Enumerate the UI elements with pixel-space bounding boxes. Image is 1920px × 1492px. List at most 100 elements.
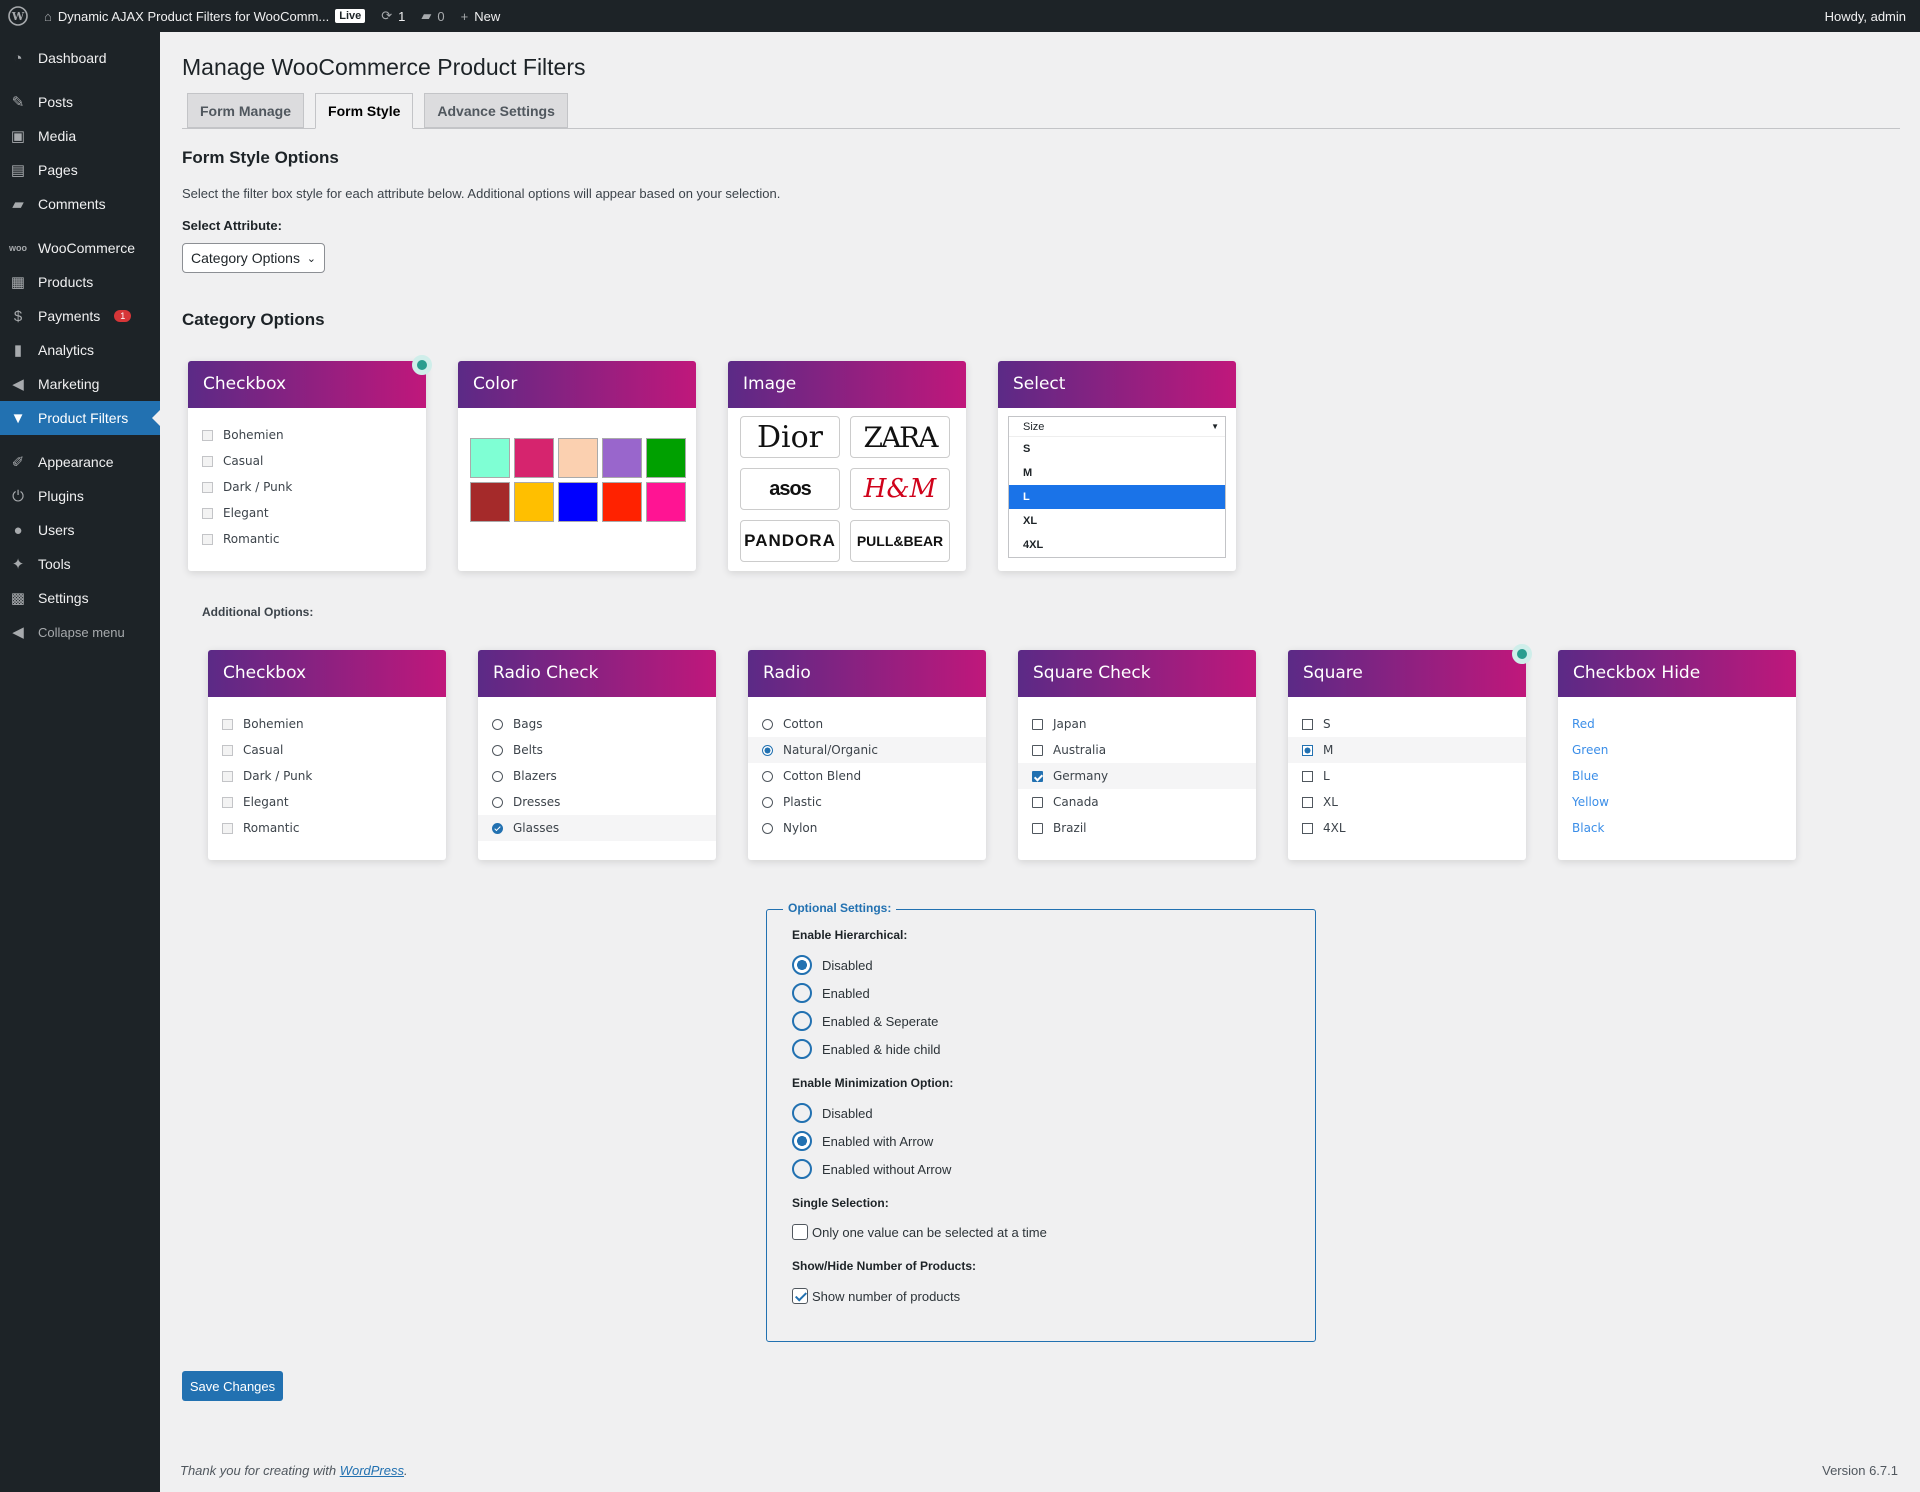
radio[interactable] <box>792 983 812 1003</box>
sidebar-item-marketing[interactable]: ◀ Marketing <box>0 367 160 401</box>
new-content-link[interactable]: + New <box>453 0 509 32</box>
card-title: Square <box>1288 650 1526 697</box>
style-card-select[interactable]: Select Size ▼ S M L XL 4XL <box>998 361 1236 571</box>
site-name-link[interactable]: ⌂ Dynamic AJAX Product Filters for WooCo… <box>36 0 373 32</box>
sidebar-item-media[interactable]: ▣ Media <box>0 119 160 153</box>
style-card-checkbox-hide[interactable]: Checkbox Hide Red Green Blue Yellow Blac… <box>1558 650 1796 860</box>
comments-link[interactable]: ▰ 0 <box>413 0 452 32</box>
brand-logo-pullbear: PULL&BEAR <box>850 520 950 562</box>
hierarchical-option[interactable]: Enabled & Seperate <box>792 1011 938 1031</box>
sidebar-item-plugins[interactable]: ⏻ Plugins <box>0 479 160 513</box>
single-selection-option[interactable]: Only one value can be selected at a time <box>792 1224 1047 1240</box>
sidebar-item-tools[interactable]: ✦ Tools <box>0 547 160 581</box>
option-label: Belts <box>513 743 543 757</box>
select-option[interactable]: M <box>1009 461 1225 485</box>
style-card-checkbox-additional[interactable]: Checkbox Bohemien Casual Dark / Punk Ele… <box>208 650 446 860</box>
collapse-menu-label: Collapse menu <box>38 624 125 640</box>
sidebar-item-posts[interactable]: ✎ Posts <box>0 85 160 119</box>
minimization-option[interactable]: Disabled <box>792 1103 873 1123</box>
sidebar-item-woocommerce[interactable]: woo WooCommerce <box>0 231 160 265</box>
list-item: Dresses <box>478 789 716 815</box>
sidebar-item-appearance[interactable]: ✐ Appearance <box>0 445 160 479</box>
list-item-selected: Natural/Organic <box>748 737 986 763</box>
megaphone-icon: ◀ <box>12 376 24 393</box>
brand-logo-asos: asos <box>740 468 840 510</box>
updates-link[interactable]: ⟳ 1 <box>373 0 413 32</box>
checkbox-checked[interactable] <box>792 1288 808 1304</box>
section-title: Form Style Options <box>182 148 339 167</box>
hierarchical-option[interactable]: Disabled <box>792 955 873 975</box>
list-item: 4XL <box>1288 815 1526 841</box>
wordpress-link[interactable]: WordPress <box>340 1463 404 1478</box>
sidebar-item-analytics[interactable]: ▮ Analytics <box>0 333 160 367</box>
radio[interactable] <box>792 1039 812 1059</box>
list-item: Australia <box>1018 737 1256 763</box>
option-label: Bohemien <box>223 428 284 442</box>
tab-advance-settings[interactable]: Advance Settings <box>424 93 568 128</box>
style-card-checkbox[interactable]: Checkbox Bohemien Casual Dark / Punk Ele… <box>188 355 432 571</box>
sidebar-item-settings[interactable]: ▩ Settings <box>0 581 160 615</box>
radio[interactable] <box>792 1011 812 1031</box>
save-changes-button[interactable]: Save Changes <box>182 1371 283 1401</box>
color-swatch <box>646 482 686 522</box>
sidebar-item-dashboard[interactable]: ◔ Dashboard <box>0 41 160 75</box>
comment-bubble-icon: ▰ <box>421 8 432 23</box>
style-card-radio-check[interactable]: Radio Check Bags Belts Blazers Dresses G… <box>478 650 716 860</box>
radio-checked[interactable] <box>792 1131 812 1151</box>
sidebar-item-label: Product Filters <box>38 410 129 426</box>
dashboard-icon: ◔ <box>13 49 23 67</box>
select-option[interactable]: 4XL <box>1009 533 1225 557</box>
collapse-menu-button[interactable]: ◀ Collapse menu <box>0 615 160 649</box>
radio-checked[interactable] <box>792 955 812 975</box>
hierarchical-option[interactable]: Enabled & hide child <box>792 1039 941 1059</box>
checkbox <box>202 507 213 519</box>
color-swatch <box>470 438 510 478</box>
radio[interactable] <box>792 1159 812 1179</box>
select-option[interactable]: XL <box>1009 509 1225 533</box>
tab-form-style[interactable]: Form Style <box>315 93 414 129</box>
sidebar-item-comments[interactable]: ▰ Comments <box>0 187 160 221</box>
style-card-image[interactable]: Image Dior ZARA asos H&M PANDORA PULL&BE… <box>728 361 966 571</box>
style-card-radio[interactable]: Radio Cotton Natural/Organic Cotton Blen… <box>748 650 986 860</box>
sidebar-item-users[interactable]: ● Users <box>0 513 160 547</box>
select-option-selected[interactable]: L <box>1009 485 1225 509</box>
minimization-option[interactable]: Enabled without Arrow <box>792 1159 951 1179</box>
radio <box>762 770 773 782</box>
sidebar-item-label: Settings <box>38 590 89 606</box>
option-label: S <box>1323 717 1331 731</box>
style-card-square-check[interactable]: Square Check Japan Australia Germany Can… <box>1018 650 1256 860</box>
style-card-color[interactable]: Color <box>458 361 696 571</box>
optional-settings-fieldset: Optional Settings: Enable Hierarchical: … <box>766 901 1316 1342</box>
list-item: Elegant <box>208 789 446 815</box>
sidebar-item-products[interactable]: ▦ Products <box>0 265 160 299</box>
refresh-icon: ⟳ <box>381 8 393 23</box>
category-options-title: Category Options <box>182 310 325 329</box>
hierarchical-option[interactable]: Enabled <box>792 983 870 1003</box>
additional-options-label: Additional Options: <box>202 605 314 619</box>
tab-form-manage[interactable]: Form Manage <box>187 93 305 128</box>
sidebar-item-pages[interactable]: ▤ Pages <box>0 153 160 187</box>
minimization-option[interactable]: Enabled with Arrow <box>792 1131 933 1151</box>
checkbox[interactable] <box>792 1224 808 1240</box>
card-title: Square Check <box>1018 650 1256 697</box>
wordpress-logo-icon[interactable]: W <box>0 0 36 32</box>
show-count-option[interactable]: Show number of products <box>792 1288 960 1304</box>
footer-credit: Thank you for creating with WordPress. <box>180 1463 408 1478</box>
style-card-square[interactable]: Square S M L XL 4XL <box>1288 644 1532 860</box>
attribute-select[interactable]: Category Options ⌄ <box>182 243 325 273</box>
size-listbox[interactable]: Size ▼ S M L XL 4XL <box>1008 416 1226 558</box>
sidebar-item-label: Media <box>38 128 77 144</box>
radio[interactable] <box>792 1103 812 1123</box>
sidebar-item-product-filters[interactable]: ▼ Product Filters <box>0 401 160 435</box>
option-label: Cotton <box>783 717 824 731</box>
account-link[interactable]: Howdy, admin <box>1817 0 1920 32</box>
option-label: Canada <box>1053 795 1099 809</box>
select-option[interactable]: S <box>1009 437 1225 461</box>
tab-bar: Form Manage Form Style Advance Settings <box>182 93 1900 129</box>
fieldset-legend: Optional Settings: <box>783 901 897 915</box>
list-item: Yellow <box>1572 795 1609 809</box>
settings-icon: ▩ <box>10 590 26 607</box>
comment-icon: ▰ <box>12 196 24 213</box>
brush-icon: ✐ <box>11 454 25 471</box>
sidebar-item-payments[interactable]: $ Payments 1 <box>0 299 160 333</box>
